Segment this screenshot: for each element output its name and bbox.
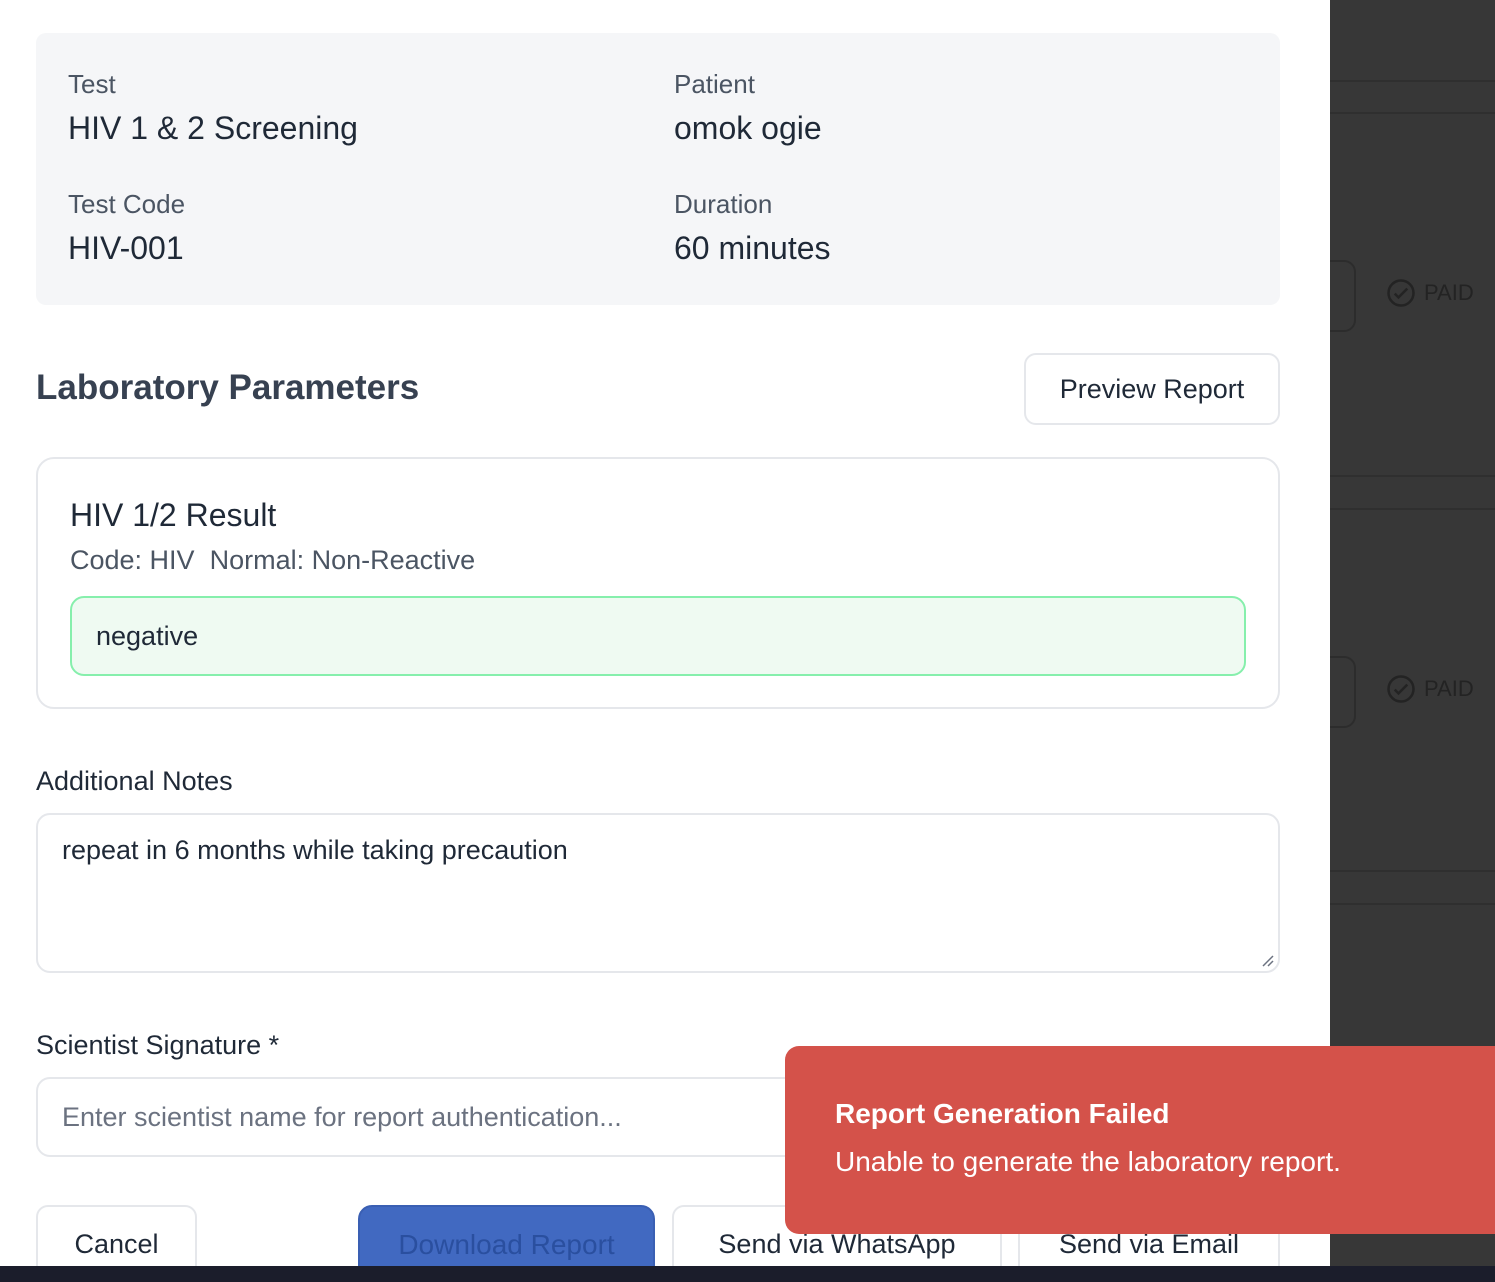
notes-text: repeat in 6 months while taking precauti… <box>62 835 568 865</box>
error-toast[interactable]: Report Generation Failed Unable to gener… <box>785 1046 1495 1234</box>
download-report-button[interactable]: Download Report <box>358 1205 655 1266</box>
test-label: Test <box>68 69 116 99</box>
duration-label: Duration <box>674 189 773 219</box>
check-circle-icon <box>1387 675 1415 703</box>
divider <box>1330 903 1495 905</box>
test-code-value: HIV-001 <box>68 230 184 266</box>
paid-badge: PAID <box>1386 674 1474 704</box>
bottom-bar <box>0 1266 1495 1282</box>
test-value: HIV 1 & 2 Screening <box>68 110 358 146</box>
test-code-info: Test Code HIV-001 <box>68 189 185 267</box>
preview-report-button[interactable]: Preview Report <box>1024 353 1280 425</box>
parameter-card: HIV 1/2 Result Code: HIV Normal: Non-Rea… <box>36 457 1280 709</box>
test-code-label: Test Code <box>68 189 186 219</box>
paid-label: PAID <box>1424 676 1474 701</box>
parameter-meta: Code: HIV Normal: Non-Reactive <box>70 545 475 576</box>
patient-value: omok ogie <box>674 110 822 146</box>
divider <box>1330 80 1495 82</box>
resize-handle-icon[interactable] <box>1258 951 1274 967</box>
divider <box>1330 508 1495 510</box>
toast-message: Unable to generate the laboratory report… <box>835 1146 1341 1177</box>
signature-label: Scientist Signature * <box>36 1030 280 1060</box>
parameter-code: Code: HIV <box>70 545 195 575</box>
paid-badge: PAID <box>1386 278 1474 308</box>
divider <box>1330 475 1495 477</box>
patient-info: Patient omok ogie <box>674 69 822 147</box>
divider <box>1330 112 1495 114</box>
patient-label: Patient <box>674 69 755 99</box>
duration-value: 60 minutes <box>674 230 831 266</box>
paid-label: PAID <box>1424 280 1474 305</box>
check-circle-icon <box>1387 279 1415 307</box>
cancel-button[interactable]: Cancel <box>36 1205 197 1266</box>
notes-label: Additional Notes <box>36 766 233 796</box>
parameter-result-input[interactable]: negative <box>70 596 1246 676</box>
divider <box>1330 870 1495 872</box>
notes-textarea[interactable]: repeat in 6 months while taking precauti… <box>36 813 1280 973</box>
test-info: Test HIV 1 & 2 Screening <box>68 69 358 147</box>
section-title: Laboratory Parameters <box>36 368 420 407</box>
signature-placeholder: Enter scientist name for report authenti… <box>62 1101 622 1132</box>
duration-info: Duration 60 minutes <box>674 189 831 267</box>
parameter-normal-range: Normal: Non-Reactive <box>209 545 476 575</box>
toast-title: Report Generation Failed <box>835 1098 1170 1129</box>
test-info-card: Test HIV 1 & 2 Screening Patient omok og… <box>36 33 1280 305</box>
parameter-name: HIV 1/2 Result <box>70 497 277 533</box>
